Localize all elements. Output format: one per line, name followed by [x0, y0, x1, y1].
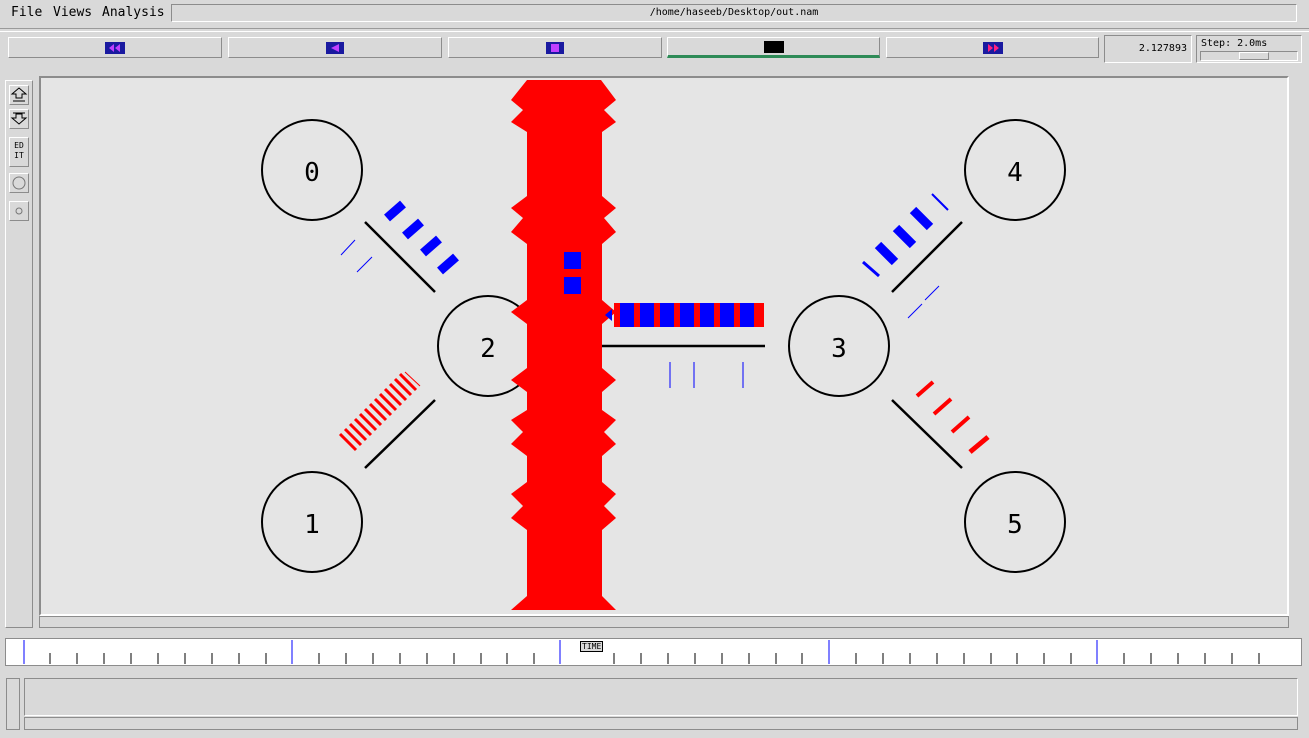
pause-icon — [763, 40, 784, 53]
link-0-2 — [364, 221, 436, 293]
node-1: 1 — [261, 471, 363, 573]
fast-forward-icon — [982, 41, 1003, 54]
edit-button[interactable]: ED IT — [9, 137, 29, 167]
left-toolbar: ED IT — [5, 80, 33, 628]
play-backward-icon — [326, 41, 344, 54]
menu-file[interactable]: File — [11, 5, 42, 20]
zoom-in-button[interactable] — [9, 85, 29, 105]
circle-tool-button[interactable] — [9, 173, 29, 193]
time-readout: 2.127893 — [1104, 35, 1192, 63]
node-3: 3 — [788, 295, 890, 397]
menu-analysis[interactable]: Analysis — [102, 5, 165, 20]
menu-views[interactable]: Views — [53, 5, 92, 20]
rewind-button[interactable] — [8, 37, 222, 58]
small-circle-icon — [15, 207, 23, 215]
link-3-5 — [891, 399, 963, 469]
zoom-in-icon — [10, 87, 28, 102]
node-label-1: 1 — [304, 510, 320, 540]
canvas-vertical-scrollbar[interactable] — [1290, 76, 1302, 628]
step-slider-thumb[interactable] — [1239, 52, 1269, 60]
node-label-0: 0 — [304, 158, 320, 188]
annotation-vertical-scrollbar[interactable] — [6, 678, 20, 730]
node-label-2: 2 — [480, 334, 496, 364]
circle-icon — [12, 176, 26, 190]
stop-button[interactable] — [448, 37, 662, 58]
node-label-5: 5 — [1007, 510, 1023, 540]
dropped-packets-column — [511, 80, 616, 610]
packets-link-3-4 — [862, 193, 949, 319]
divider — [0, 28, 1309, 32]
packets-link-1-2 — [338, 371, 421, 452]
queue-link-2-3 — [605, 303, 764, 327]
play-backward-button[interactable] — [228, 37, 442, 58]
node-4: 4 — [964, 119, 1066, 221]
timeline-ticks — [23, 640, 1260, 664]
annotation-horizontal-scrollbar[interactable] — [24, 717, 1298, 730]
timeline-slider[interactable]: TIME — [5, 638, 1302, 666]
packet-blue — [564, 277, 581, 294]
small-circle-tool-button[interactable] — [9, 201, 29, 221]
packet-blue — [564, 252, 581, 269]
zoom-out-button[interactable] — [9, 109, 29, 129]
packets-link-3-5 — [915, 380, 990, 454]
step-slider[interactable] — [1200, 51, 1298, 61]
network-topology: 0 1 2 3 4 5 — [261, 80, 1066, 610]
network-canvas[interactable]: 0 1 2 3 4 5 — [39, 76, 1289, 616]
node-0: 0 — [261, 119, 363, 221]
step-control: Step: 2.0ms — [1196, 35, 1302, 63]
node-label-4: 4 — [1007, 158, 1023, 188]
menu-bar: File Views Analysis /home/haseeb/Desktop… — [0, 0, 1309, 26]
fast-forward-button[interactable] — [886, 37, 1099, 58]
stop-icon — [546, 41, 564, 54]
zoom-out-icon — [10, 112, 28, 125]
node-5: 5 — [964, 471, 1066, 573]
file-path-display: /home/haseeb/Desktop/out.nam — [171, 4, 1297, 22]
pause-button[interactable] — [667, 37, 880, 58]
annotation-panel — [24, 678, 1298, 716]
fast-rewind-icon — [105, 41, 125, 54]
packets-link-0-2 — [340, 200, 459, 275]
node-label-3: 3 — [831, 334, 847, 364]
step-label: Step: 2.0ms — [1201, 38, 1268, 49]
timeline-thumb-label[interactable]: TIME — [580, 641, 604, 652]
canvas-horizontal-scrollbar[interactable] — [39, 616, 1289, 628]
